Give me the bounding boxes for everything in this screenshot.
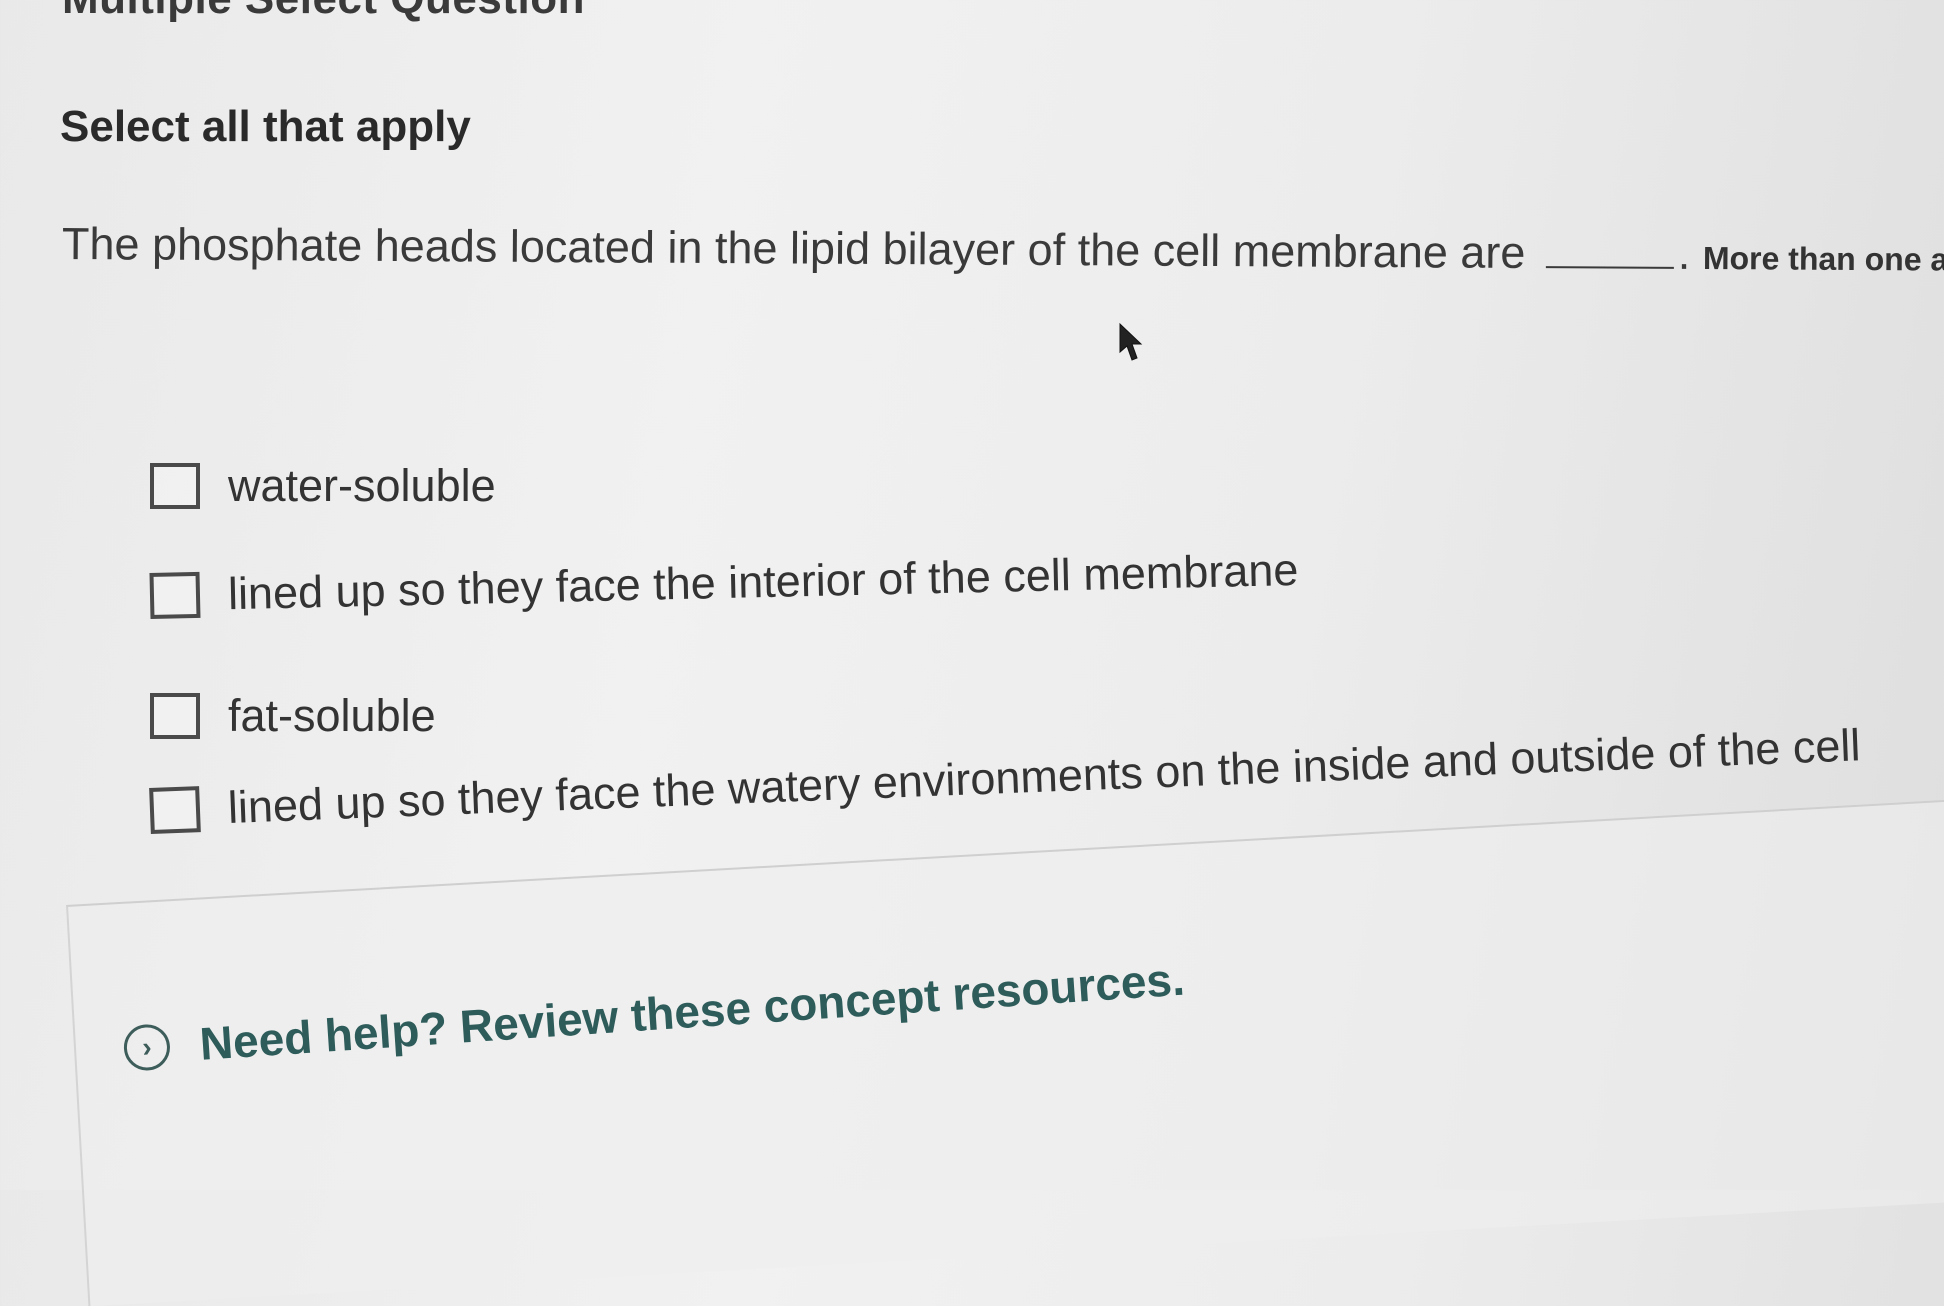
checkbox[interactable] <box>150 463 200 509</box>
answer-blank <box>1545 232 1675 269</box>
option-label: water-soluble <box>228 460 496 511</box>
option-label: lined up so they face the interior of th… <box>227 543 1299 620</box>
page-title: Multiple Select Question <box>62 0 585 24</box>
checkbox[interactable] <box>150 693 200 739</box>
option-label: fat-soluble <box>228 690 436 741</box>
more-than-one-answer-note: More than one ans <box>1702 240 1944 278</box>
option-label: lined up so they face the watery environ… <box>226 719 1862 833</box>
option-water-soluble[interactable]: water-soluble <box>150 460 496 512</box>
checkbox[interactable] <box>149 786 201 834</box>
instruction-text: Select all that apply <box>60 102 471 151</box>
option-lined-up-interior[interactable]: lined up so they face the interior of th… <box>149 543 1299 622</box>
mouse-pointer-icon <box>1119 322 1143 361</box>
question-stem: The phosphate heads located in the lipid… <box>61 218 1526 278</box>
question-text: The phosphate heads located in the lipid… <box>62 218 1944 282</box>
question-period: . <box>1677 227 1691 279</box>
checkbox[interactable] <box>149 571 201 619</box>
option-fat-soluble[interactable]: fat-soluble <box>150 690 436 742</box>
chevron-right-circle-icon[interactable]: › <box>122 1023 172 1072</box>
